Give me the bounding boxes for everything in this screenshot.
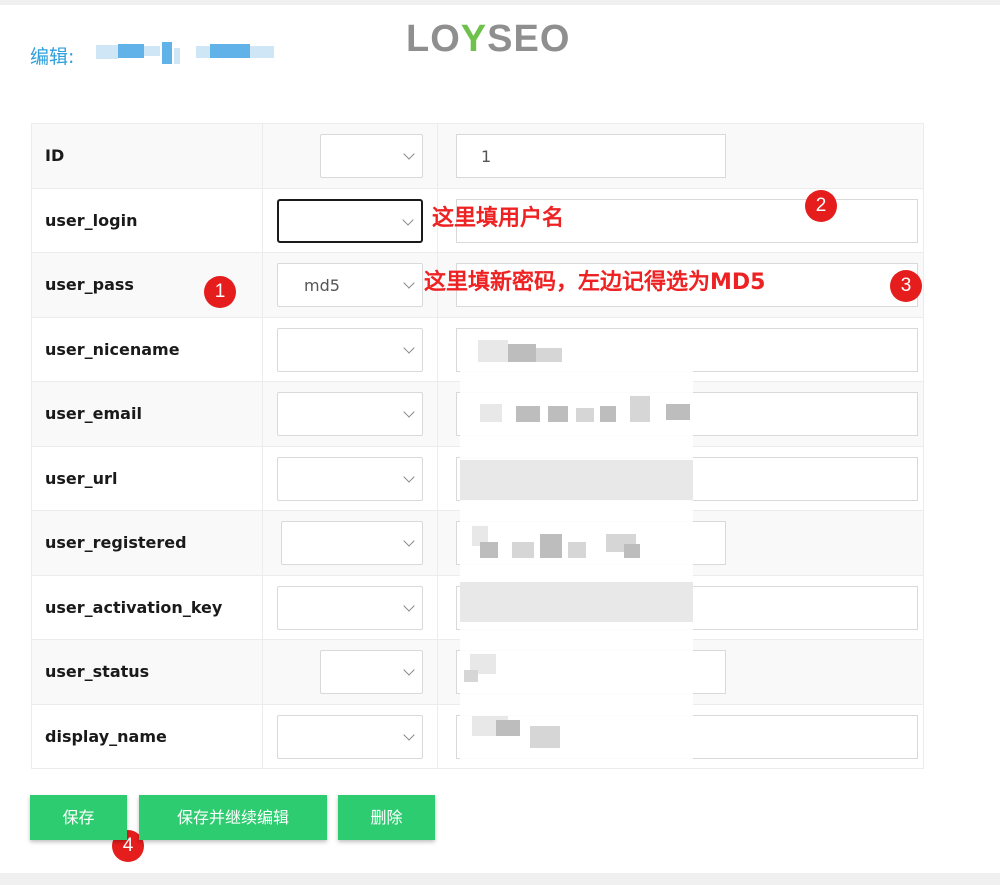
delete-button[interactable]: 删除 bbox=[338, 795, 435, 840]
field-label: user_activation_key bbox=[31, 574, 263, 640]
annotation-username: 这里填用户名 bbox=[432, 206, 565, 231]
field-label: user_status bbox=[31, 639, 263, 705]
chevron-down-icon bbox=[403, 728, 415, 741]
field-label: user_registered bbox=[31, 510, 263, 576]
save-continue-button[interactable]: 保存并继续编辑 bbox=[139, 795, 327, 840]
redacted-title bbox=[96, 42, 276, 66]
function-select[interactable] bbox=[277, 198, 423, 243]
function-select[interactable] bbox=[281, 521, 423, 565]
step-badge-3: 3 bbox=[890, 270, 922, 302]
function-select[interactable] bbox=[277, 327, 423, 372]
field-label: ID bbox=[31, 123, 263, 189]
save-button[interactable]: 保存 bbox=[30, 795, 127, 840]
redacted-values-mosaic bbox=[460, 330, 693, 765]
function-select[interactable] bbox=[320, 650, 423, 694]
chevron-down-icon bbox=[403, 341, 415, 354]
field-label: user_nicename bbox=[31, 316, 263, 382]
function-select[interactable] bbox=[277, 456, 423, 501]
field-label: user_url bbox=[31, 445, 263, 511]
chevron-down-icon bbox=[402, 213, 414, 226]
function-select[interactable]: md5 bbox=[277, 263, 423, 307]
chevron-down-icon bbox=[403, 406, 415, 418]
chevron-down-icon bbox=[403, 535, 415, 547]
step-badge-2: 2 bbox=[805, 190, 837, 222]
field-label: display_name bbox=[31, 703, 263, 769]
chevron-down-icon bbox=[403, 664, 415, 676]
chevron-down-icon bbox=[403, 148, 415, 160]
step-badge-1: 1 bbox=[204, 276, 236, 308]
annotation-password: 这里填新密码，左边记得选为MD5 bbox=[424, 270, 766, 295]
chevron-down-icon bbox=[403, 470, 415, 483]
field-label: user_login bbox=[31, 187, 263, 253]
value-input[interactable]: 1 bbox=[456, 134, 726, 178]
field-label: user_email bbox=[31, 381, 263, 447]
chevron-down-icon bbox=[403, 277, 415, 289]
site-logo: LOYSEO bbox=[406, 18, 571, 60]
chevron-down-icon bbox=[403, 599, 415, 612]
function-select[interactable] bbox=[277, 714, 423, 759]
page-title: 编辑: bbox=[30, 46, 75, 68]
function-select[interactable] bbox=[277, 585, 423, 630]
form-row-id: ID 1 bbox=[31, 123, 924, 189]
function-select[interactable] bbox=[320, 134, 423, 178]
function-select[interactable] bbox=[277, 392, 423, 436]
